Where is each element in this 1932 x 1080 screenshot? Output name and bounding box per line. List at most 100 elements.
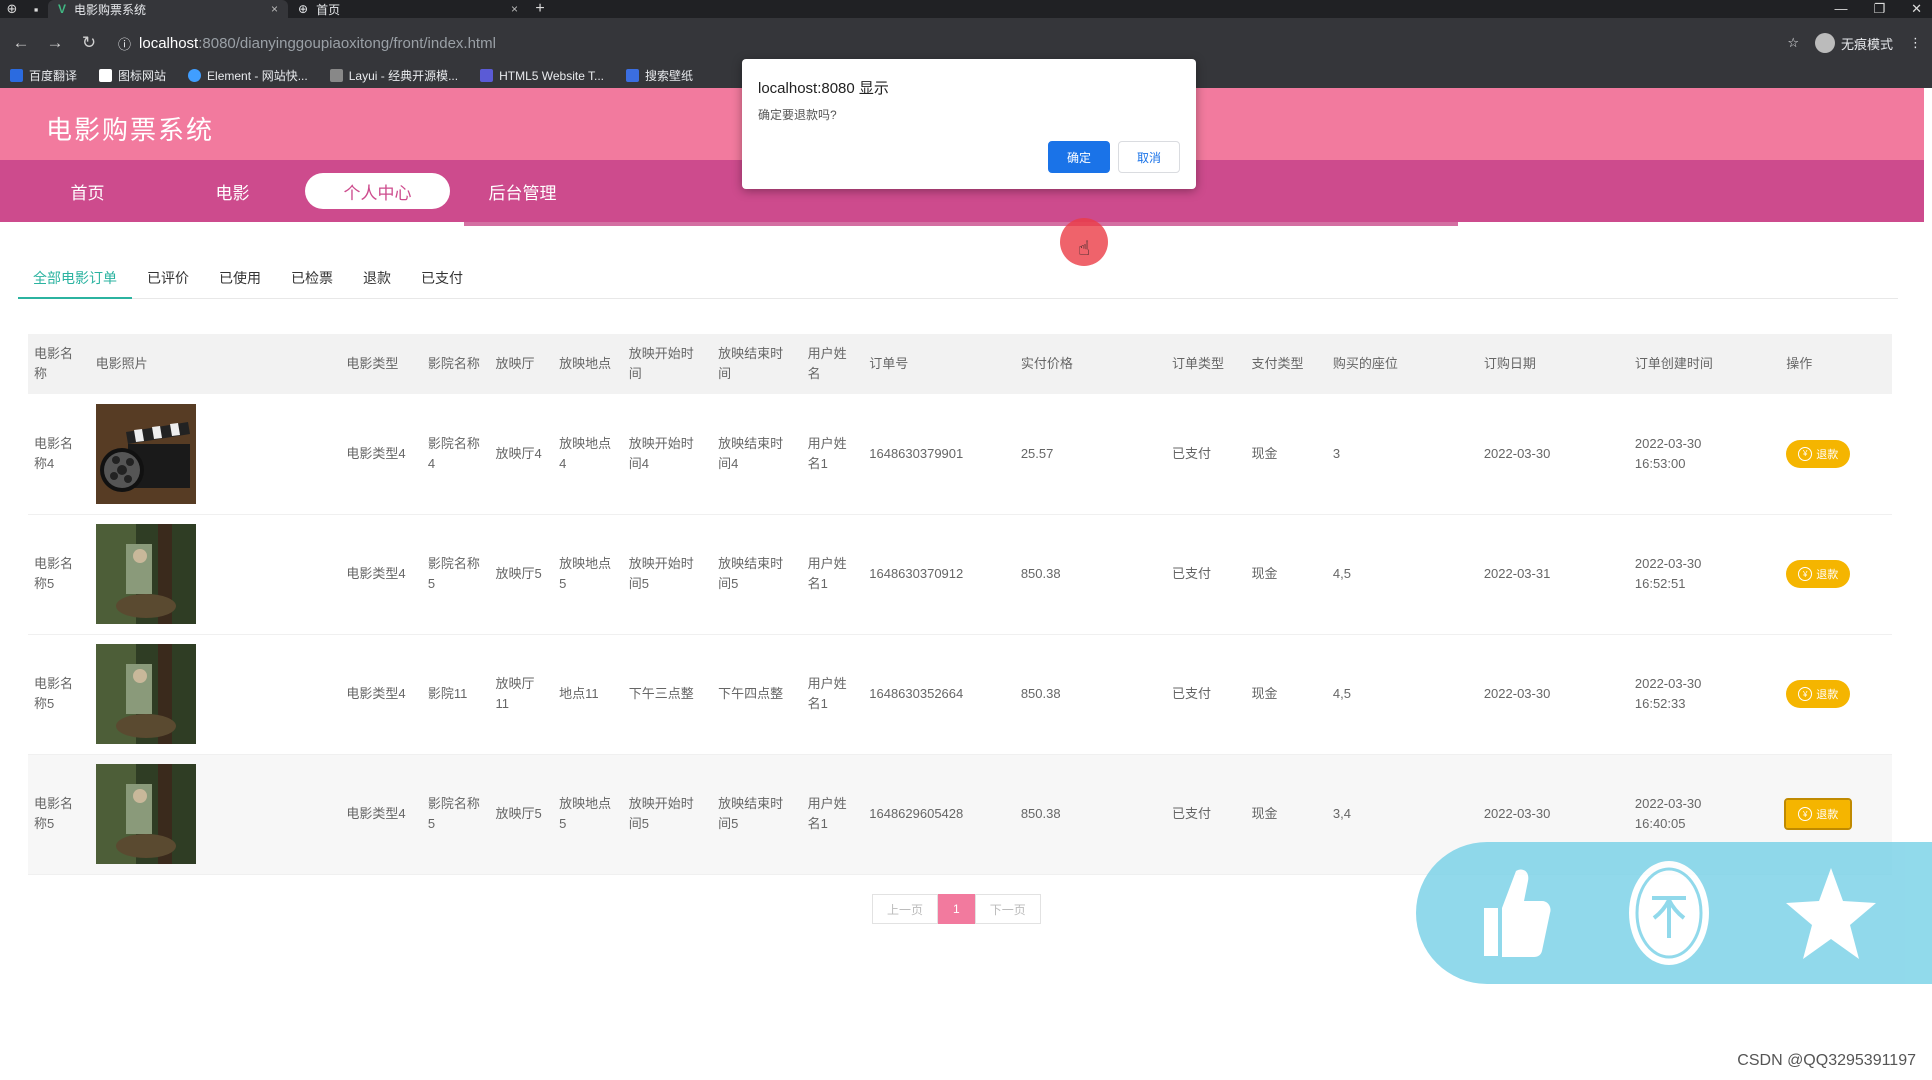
- reload-icon[interactable]: ↻: [78, 33, 100, 53]
- poster-forest-image[interactable]: [95, 524, 196, 624]
- layui-icon: [329, 69, 343, 82]
- column-header: 购买的座位: [1326, 334, 1478, 394]
- dialog-cancel-button[interactable]: 取消: [1117, 141, 1180, 173]
- refund-label: 退款: [1816, 448, 1839, 461]
- cell-hall: 放映厅5: [489, 754, 554, 875]
- prev-page-button[interactable]: 上一页: [872, 894, 939, 924]
- window-controls: — ❐ ✕: [1834, 1, 1932, 17]
- browser-tab-2[interactable]: ⊕ 首页 ×: [288, 0, 528, 18]
- column-header: 订单号: [863, 334, 1015, 394]
- bookmark-item[interactable]: HTML5 Website T...: [480, 69, 604, 83]
- poster-clapperboard-image[interactable]: [95, 403, 196, 504]
- incognito-label: 无痕模式: [1840, 36, 1893, 52]
- close-tab-icon[interactable]: ×: [271, 2, 278, 16]
- cell-pay-type: 现金: [1245, 754, 1327, 875]
- cell-created-time: 2022-03-30 16:53:00: [1628, 394, 1781, 515]
- column-header: 放映结束时间: [712, 334, 802, 394]
- minimize-icon[interactable]: —: [1834, 1, 1847, 17]
- next-page-button[interactable]: 下一页: [974, 894, 1041, 924]
- dialog-ok-button[interactable]: 确定: [1047, 141, 1110, 173]
- browser-menu-icon[interactable]: ⊕: [0, 0, 24, 18]
- poster-forest-image[interactable]: [95, 764, 196, 864]
- new-tab-button[interactable]: +: [528, 0, 552, 18]
- tab-reviewed[interactable]: 已评价: [132, 265, 204, 299]
- bookmark-star-icon[interactable]: ☆: [1787, 35, 1799, 51]
- coin-icon: ¥: [1798, 567, 1813, 581]
- cell-hall: 放映厅4: [489, 394, 554, 515]
- cell-poster: [89, 394, 341, 515]
- bookmark-item[interactable]: 搜索壁纸: [626, 67, 693, 84]
- refund-label: 退款: [1816, 689, 1839, 701]
- tab-used[interactable]: 已使用: [204, 265, 276, 299]
- table-row: 电影名称5 电影类型4 影院11 放映厅11 地点11 下午三点整 下午四点整 …: [28, 634, 1892, 755]
- star-icon[interactable]: [1786, 863, 1876, 963]
- poster-forest-image[interactable]: [95, 644, 196, 744]
- bookmark-item[interactable]: Layui - 经典开源模...: [329, 67, 459, 84]
- tab-checked[interactable]: 已检票: [276, 265, 348, 299]
- tab-all-orders[interactable]: 全部电影订单: [18, 265, 132, 299]
- floating-action-bar: [1416, 842, 1932, 984]
- tab-search-icon[interactable]: ▪: [24, 0, 48, 18]
- site-title: 电影购票系统: [46, 115, 215, 145]
- nav-personal-center[interactable]: 个人中心: [305, 173, 450, 209]
- nav-admin[interactable]: 后台管理: [450, 173, 595, 209]
- tab-paid[interactable]: 已支付: [406, 265, 478, 299]
- close-window-icon[interactable]: ✕: [1911, 1, 1922, 17]
- cell-price: 850.38: [1014, 514, 1166, 635]
- pagination: 上一页 1 下一页: [872, 894, 1041, 924]
- close-tab-icon[interactable]: ×: [511, 2, 518, 16]
- cell-movie-name: 电影名称5: [28, 754, 90, 875]
- cell-movie-type: 电影类型4: [340, 514, 422, 635]
- refund-button[interactable]: ¥ 退款: [1784, 798, 1853, 830]
- flag-icon: [99, 69, 113, 82]
- bookmark-label: Layui - 经典开源模...: [348, 69, 459, 83]
- refund-button[interactable]: ¥ 退款: [1786, 560, 1851, 588]
- coin-icon: ¥: [1798, 446, 1813, 461]
- refund-button[interactable]: ¥ 退款: [1786, 439, 1851, 468]
- bookmark-label: 图标网站: [118, 69, 167, 83]
- coin-icon[interactable]: [1624, 858, 1714, 968]
- cell-price: 850.38: [1014, 754, 1166, 875]
- coin-icon: ¥: [1798, 807, 1813, 821]
- nav-movies[interactable]: 电影: [160, 173, 305, 209]
- column-header: 电影照片: [89, 334, 341, 394]
- bookmark-item[interactable]: 百度翻译: [10, 67, 77, 84]
- column-header: 电影类型: [340, 334, 422, 394]
- info-icon[interactable]: ⓘ: [118, 34, 131, 53]
- bookmark-item[interactable]: Element - 网站快...: [188, 67, 308, 84]
- bookmark-label: Element - 网站快...: [207, 69, 308, 83]
- watermark: CSDN @QQ3295391197: [1737, 1052, 1916, 1069]
- column-header: 用户姓名: [801, 334, 864, 394]
- url-host: localhost: [139, 34, 199, 52]
- cell-cinema: 影院名称4: [421, 394, 490, 515]
- cell-user: 用户姓名1: [801, 634, 864, 755]
- nav-home[interactable]: 首页: [15, 173, 160, 209]
- cell-action: ¥ 退款: [1780, 634, 1892, 755]
- thumbs-up-icon[interactable]: [1472, 863, 1552, 963]
- cell-seats: 3: [1326, 394, 1478, 515]
- refund-button[interactable]: ¥ 退款: [1786, 680, 1851, 708]
- dialog-title: localhost:8080 显示: [758, 80, 889, 97]
- back-icon[interactable]: ←: [10, 33, 32, 53]
- bookmark-item[interactable]: 图标网站: [99, 67, 166, 84]
- cell-pay-type: 现金: [1245, 634, 1327, 755]
- cell-order-type: 已支付: [1165, 634, 1246, 755]
- page-number-button[interactable]: 1: [938, 894, 975, 924]
- cell-hall: 放映厅11: [489, 634, 554, 755]
- forward-icon[interactable]: →: [44, 33, 66, 53]
- tab-refund[interactable]: 退款: [348, 265, 406, 299]
- incognito-indicator[interactable]: 无痕模式: [1814, 33, 1893, 53]
- browser-tab-1[interactable]: V 电影购票系统 ×: [48, 0, 288, 18]
- bookmark-label: 百度翻译: [29, 69, 78, 83]
- url-field[interactable]: ⓘ localhost:8080/dianyinggoupiaoxitong/f…: [118, 34, 496, 53]
- more-menu-icon[interactable]: ⋮: [1909, 35, 1922, 51]
- orders-table: 电影名称 电影照片 电影类型 影院名称 放映厅 放映地点 放映开始时间 放映结束…: [28, 334, 1892, 875]
- cell-end-time: 放映结束时间4: [712, 394, 802, 515]
- column-header: 放映地点: [553, 334, 623, 394]
- cell-order-no: 1648629605428: [863, 754, 1015, 875]
- html5-icon: [480, 69, 494, 82]
- restore-icon[interactable]: ❐: [1873, 1, 1885, 17]
- refund-label: 退款: [1816, 569, 1839, 581]
- cell-order-no: 1648630379901: [863, 394, 1015, 515]
- wallpaper-icon: [626, 69, 640, 82]
